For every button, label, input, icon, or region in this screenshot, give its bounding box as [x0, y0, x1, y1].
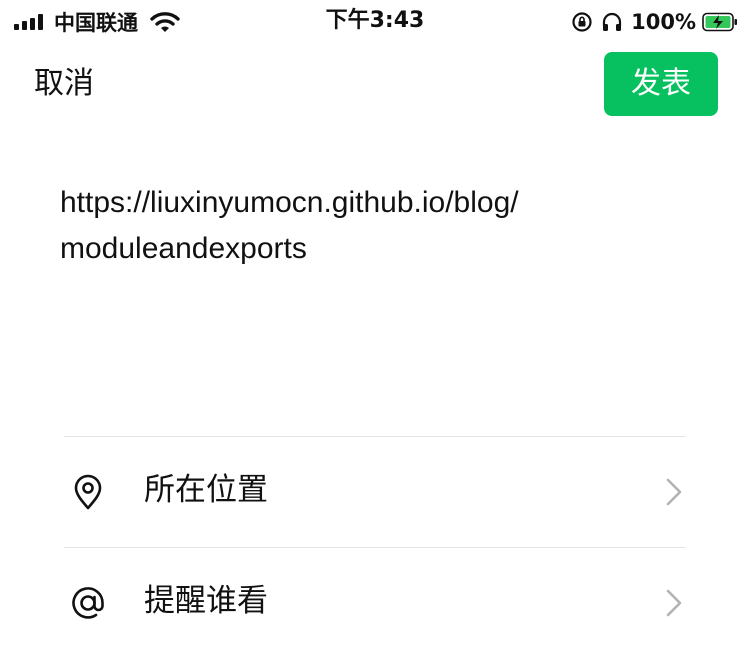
mention-option[interactable]: 提醒谁看: [0, 548, 750, 658]
post-text-line: moduleandexports: [60, 232, 307, 265]
status-right: 100%: [563, 8, 738, 36]
nav-bar: 取消 发表: [0, 44, 750, 124]
post-text-input[interactable]: https://liuxinyumocn.github.io/blog/ mod…: [60, 180, 690, 272]
headphones-icon: [603, 12, 622, 31]
post-text-line: https://liuxinyumocn.github.io/blog/: [60, 186, 519, 219]
mention-option-label: 提醒谁看: [144, 583, 268, 619]
location-pin-icon: [74, 474, 102, 510]
publish-button[interactable]: 发表: [604, 52, 718, 116]
battery-charging-icon: [702, 12, 737, 32]
location-option-label: 所在位置: [144, 472, 268, 508]
battery-percent: 100%: [631, 10, 696, 34]
chevron-right-icon: [666, 478, 682, 506]
orientation-lock-icon: [572, 12, 592, 32]
status-bar: 中国联通 下午3:43 100%: [0, 0, 750, 44]
location-option[interactable]: 所在位置: [0, 437, 750, 547]
cancel-button[interactable]: 取消: [34, 64, 94, 104]
chevron-right-icon: [666, 589, 682, 617]
at-sign-icon: [72, 587, 104, 619]
